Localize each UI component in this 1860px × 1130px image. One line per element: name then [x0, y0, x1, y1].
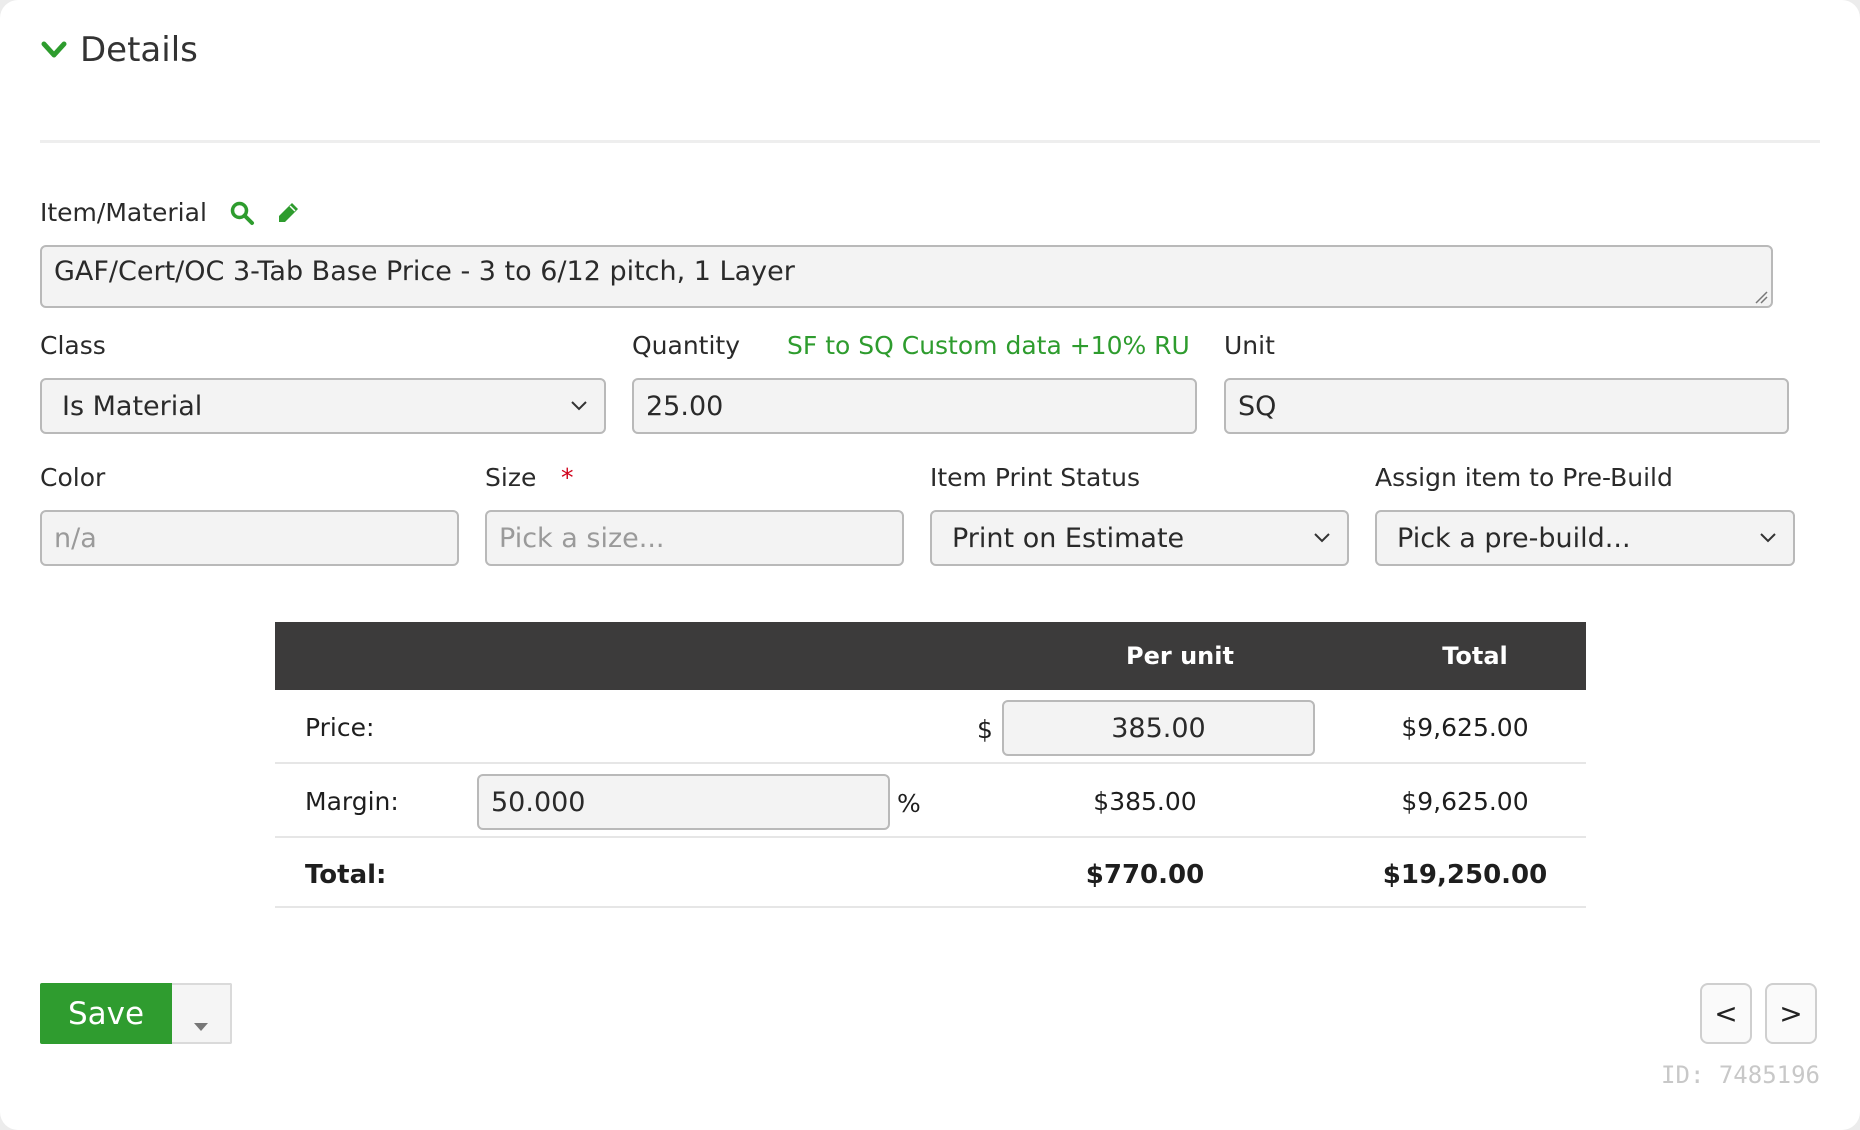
size-label: Size — [485, 463, 537, 492]
next-button[interactable]: > — [1765, 983, 1817, 1044]
details-section-toggle[interactable]: Details — [40, 30, 198, 70]
prebuild-select[interactable]: Pick a pre-build... — [1375, 510, 1795, 566]
price-row-label: Price: — [305, 713, 375, 742]
size-input[interactable] — [485, 510, 904, 566]
chevron-down-icon — [1314, 533, 1330, 543]
class-selected-value: Is Material — [62, 390, 203, 422]
grand-total: $19,250.00 — [1382, 860, 1548, 890]
color-input[interactable] — [40, 510, 459, 566]
unit-label: Unit — [1224, 331, 1275, 360]
previous-button[interactable]: < — [1700, 983, 1752, 1044]
details-card: Details Item/Material Class Is Material … — [0, 0, 1860, 1130]
search-icon[interactable] — [229, 200, 255, 226]
print-status-label: Item Print Status — [930, 463, 1140, 492]
chevron-down-icon — [41, 41, 67, 58]
margin-input[interactable] — [477, 774, 890, 830]
color-label: Color — [40, 463, 106, 492]
price-total: $9,625.00 — [1401, 713, 1529, 742]
pricing-table-header: Per unit Total — [275, 622, 1586, 690]
section-divider — [40, 140, 1820, 143]
class-select[interactable]: Is Material — [40, 378, 606, 434]
item-material-label: Item/Material — [40, 198, 207, 227]
chevron-down-icon — [571, 401, 587, 411]
grand-per-unit: $770.00 — [1085, 860, 1205, 890]
pencil-icon[interactable] — [275, 200, 301, 226]
print-status-selected-value: Print on Estimate — [952, 522, 1185, 554]
quantity-input[interactable] — [632, 378, 1197, 434]
price-per-unit-input[interactable] — [1002, 700, 1315, 756]
percent-symbol: % — [897, 789, 921, 818]
save-button[interactable]: Save — [40, 983, 172, 1044]
quantity-formula-link[interactable]: SF to SQ Custom data +10% RU — [787, 331, 1190, 360]
header-total: Total — [1442, 642, 1508, 670]
resize-handle-icon[interactable] — [1754, 290, 1768, 304]
margin-total: $9,625.00 — [1401, 787, 1529, 816]
record-id: ID: 7485196 — [1661, 1061, 1820, 1089]
chevron-down-icon — [1760, 533, 1776, 543]
margin-per-unit: $385.00 — [1093, 787, 1197, 816]
header-per-unit: Per unit — [1126, 642, 1234, 670]
quantity-label: Quantity — [632, 331, 741, 360]
prebuild-selected-value: Pick a pre-build... — [1397, 522, 1631, 554]
prebuild-label: Assign item to Pre-Build — [1375, 463, 1673, 492]
save-options-dropdown[interactable] — [172, 983, 232, 1044]
caret-down-icon — [194, 1023, 208, 1031]
row-divider — [275, 906, 1586, 908]
item-material-input[interactable] — [40, 245, 1773, 308]
row-divider — [275, 836, 1586, 838]
total-row-label: Total: — [305, 860, 387, 890]
currency-symbol: $ — [977, 715, 993, 744]
print-status-select[interactable]: Print on Estimate — [930, 510, 1349, 566]
required-marker: * — [561, 463, 574, 492]
row-divider — [275, 762, 1586, 764]
section-title: Details — [80, 30, 198, 70]
class-label: Class — [40, 331, 106, 360]
margin-row-label: Margin: — [305, 787, 399, 816]
unit-input[interactable] — [1224, 378, 1789, 434]
